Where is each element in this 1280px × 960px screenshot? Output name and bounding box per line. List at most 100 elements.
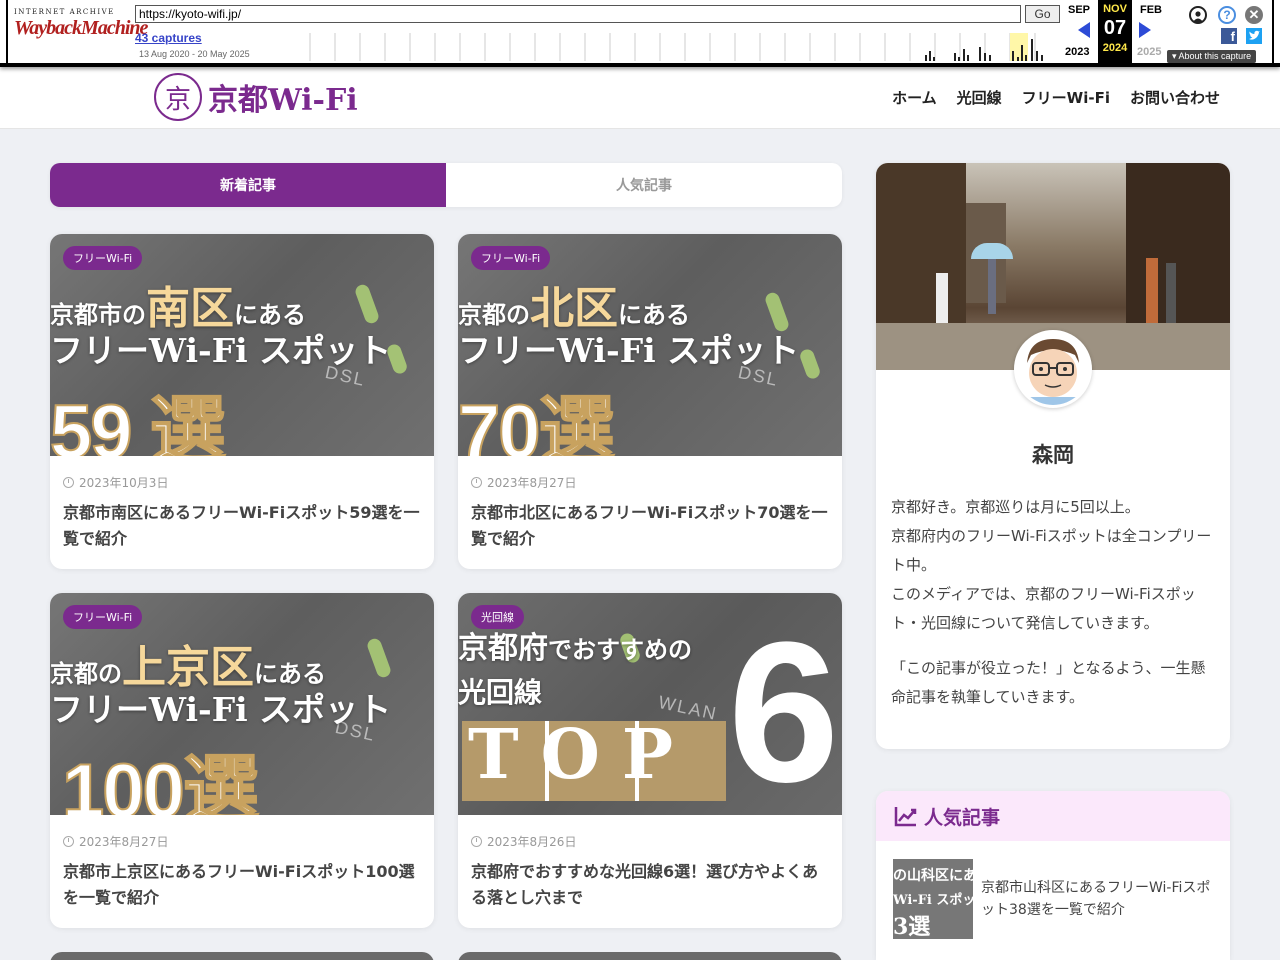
popular-heading: 人気記事 [876, 791, 1230, 841]
wayback-next-year[interactable]: 2025 [1137, 46, 1161, 58]
logo-text: 京都Wi-Fi [208, 83, 358, 118]
tab-popular-articles[interactable]: 人気記事 [446, 163, 842, 207]
popular-heading-text: 人気記事 [924, 806, 1001, 829]
close-icon[interactable]: ✕ [1245, 6, 1263, 24]
post-date-text: 2023年8月27日 [487, 476, 577, 490]
thumb-big-number: 59 選 [50, 389, 227, 456]
wayback-logo-top: INTERNET ARCHIVE [14, 8, 115, 16]
post-date: 2023年8月27日 [63, 833, 168, 850]
thumb-line: の山科区にあ [893, 868, 973, 884]
clock-icon [63, 836, 74, 847]
wayback-sparkline[interactable] [308, 33, 1060, 61]
popular-article-item[interactable]: の山科区にあ Wi-Fi スポッ 3選 京都市山科区にあるフリーWi-Fiスポッ… [893, 859, 1216, 939]
tab-new-articles[interactable]: 新着記事 [50, 163, 446, 207]
router-led [365, 636, 393, 680]
trend-chart-icon [894, 807, 917, 827]
help-icon[interactable]: ? [1218, 6, 1236, 24]
nav-fiber[interactable]: 光回線 [957, 87, 1002, 108]
article-card[interactable]: DSL フリーWi-Fi 京都の北区にある フリーWi-Fi スポット 70選 … [458, 234, 842, 569]
clock-icon [471, 836, 482, 847]
thumb-line-2: フリーWi-Fi スポット [458, 331, 800, 370]
category-badge[interactable]: 光回線 [471, 605, 524, 629]
author-avatar [1014, 330, 1092, 408]
bio-line: 京都府内のフリーWi-Fiスポットは全コンプリート中。 [891, 527, 1212, 574]
post-date-text: 2023年8月27日 [79, 835, 169, 849]
thumb-line-2: 光回線 [458, 676, 543, 709]
article-thumbnail[interactable]: WLAN 光回線 京都府でおすすめの 光回線 TOP 6 [458, 593, 842, 815]
clock-icon [471, 477, 482, 488]
nav-home[interactable]: ホーム [892, 87, 937, 108]
wayback-captures-link[interactable]: 43 captures [135, 31, 202, 45]
logo-mark-icon: 京 [154, 73, 202, 121]
category-badge[interactable]: フリーWi-Fi [471, 246, 551, 270]
facebook-icon[interactable]: f [1221, 28, 1237, 44]
post-date-text: 2023年8月26日 [487, 835, 577, 849]
wayback-logo[interactable]: INTERNET ARCHIVE WaybackMachine [14, 8, 148, 40]
article-thumbnail[interactable]: DSL フリーWi-Fi 京都市の南区にある フリーWi-Fi スポット 59 … [50, 234, 434, 456]
article-title[interactable]: 京都市上京区にあるフリーWi-Fiスポット100選を一覧で紹介 [63, 859, 423, 911]
wayback-current-day: 07 [1103, 17, 1127, 39]
wayback-next-month[interactable]: FEB [1134, 4, 1168, 16]
thumb-line-2: フリーWi-Fi スポット [50, 690, 392, 729]
wayback-current-year: 2024 [1102, 42, 1128, 54]
bio-line: 京都好き。京都巡りは月に5回以上。 [891, 498, 1140, 516]
article-card-peek[interactable] [50, 952, 434, 960]
category-badge[interactable]: フリーWi-Fi [63, 246, 143, 270]
nav-free-wifi[interactable]: フリーWi-Fi [1022, 87, 1110, 108]
popular-articles-widget: 人気記事 の山科区にあ Wi-Fi スポッ 3選 京都市山科区にあるフリーWi-… [876, 791, 1230, 960]
router-led [798, 347, 822, 381]
wayback-prev-arrow-icon[interactable] [1078, 22, 1090, 38]
wayback-next-arrow-icon[interactable] [1139, 22, 1151, 38]
popular-article-thumbnail[interactable]: の山科区にあ Wi-Fi スポッ 3選 [893, 859, 973, 939]
bio-line: 「この記事が役立った！」となるよう、一生懸命記事を執筆していきます。 [891, 659, 1206, 706]
site-logo[interactable]: 京 京都Wi-Fi [154, 73, 358, 121]
thumb-line-1-pre: 京都府 [458, 631, 548, 666]
twitter-icon[interactable] [1246, 28, 1262, 44]
wayback-prev-month[interactable]: SEP [1062, 4, 1096, 16]
wayback-toolbar: INTERNET ARCHIVE WaybackMachine https://… [0, 0, 1280, 67]
article-card[interactable]: DSL フリーWi-Fi 京都市の南区にある フリーWi-Fi スポット 59 … [50, 234, 434, 569]
article-title[interactable]: 京都市北区にあるフリーWi-Fiスポット70選を一覧で紹介 [471, 500, 831, 552]
top-number: 6 [728, 601, 840, 815]
top-text: TOP [468, 715, 695, 795]
user-account-icon[interactable] [1189, 6, 1207, 24]
wayback-prev-year[interactable]: 2023 [1065, 46, 1089, 58]
thumb-line-1: 京都府でおすすめの [458, 623, 692, 667]
thumb-line: Wi-Fi スポッ [893, 893, 973, 908]
article-title[interactable]: 京都市南区にあるフリーWi-Fiスポット59選を一覧で紹介 [63, 500, 423, 552]
article-card-peek[interactable] [458, 952, 842, 960]
post-date: 2023年10月3日 [63, 474, 168, 491]
article-title[interactable]: 京都府でおすすめな光回線6選！選び方やよくある落とし穴まで [471, 859, 831, 911]
wayback-url-input[interactable]: https://kyoto-wifi.jp/ [135, 5, 1021, 23]
wayback-logo-main: WaybackMachine [14, 17, 148, 39]
author-bio: 京都好き。京都巡りは月に5回以上。京都府内のフリーWi-Fiスポットは全コンプリ… [891, 493, 1217, 728]
thumb-big-number: 100選 [61, 748, 260, 815]
thumb-line-2: フリーWi-Fi スポット [50, 331, 392, 370]
wayback-current-month: NOV [1103, 3, 1127, 15]
wayback-calendar: SEP 2023 NOV 07 2024 FEB 2025 [1062, 0, 1168, 64]
article-thumbnail[interactable]: DSL フリーWi-Fi 京都の北区にある フリーWi-Fi スポット 70選 [458, 234, 842, 456]
wayback-about-label: About this capture [1178, 51, 1252, 61]
thumb-line-1-post: でおすすめの [548, 635, 692, 664]
wayback-capture-range: 13 Aug 2020 - 20 May 2025 [139, 49, 250, 59]
wayback-go-button[interactable]: Go [1025, 5, 1060, 23]
category-badge[interactable]: フリーWi-Fi [63, 605, 143, 629]
post-date: 2023年8月27日 [471, 474, 576, 491]
site-header: 京 京都Wi-Fi ホーム 光回線 フリーWi-Fi お問い合わせ [0, 67, 1280, 129]
clock-icon [63, 477, 74, 488]
popular-article-title[interactable]: 京都市山科区にあるフリーWi-Fiスポット38選を一覧で紹介 [981, 877, 1216, 939]
router-led [353, 282, 381, 326]
post-date: 2023年8月26日 [471, 833, 576, 850]
article-card[interactable]: WLAN 光回線 京都府でおすすめの 光回線 TOP 6 2023年8月26日 … [458, 593, 842, 928]
post-date-text: 2023年10月3日 [79, 476, 169, 490]
article-tabs: 新着記事 人気記事 [50, 163, 842, 207]
nav-contact[interactable]: お問い合わせ [1130, 87, 1220, 108]
author-profile: 森岡 京都好き。京都巡りは月に5回以上。京都府内のフリーWi-Fiスポットは全コ… [876, 163, 1230, 749]
article-thumbnail[interactable]: DSL フリーWi-Fi 京都の上京区にある フリーWi-Fi スポット 100… [50, 593, 434, 815]
article-card[interactable]: DSL フリーWi-Fi 京都の上京区にある フリーWi-Fi スポット 100… [50, 593, 434, 928]
thumb-line: 3選 [893, 914, 931, 939]
author-name: 森岡 [1032, 443, 1074, 467]
global-nav: ホーム 光回線 フリーWi-Fi お問い合わせ [892, 87, 1220, 108]
wayback-about-capture[interactable]: ▾ About this capture [1167, 50, 1257, 63]
thumb-big-number: 70選 [458, 389, 616, 456]
